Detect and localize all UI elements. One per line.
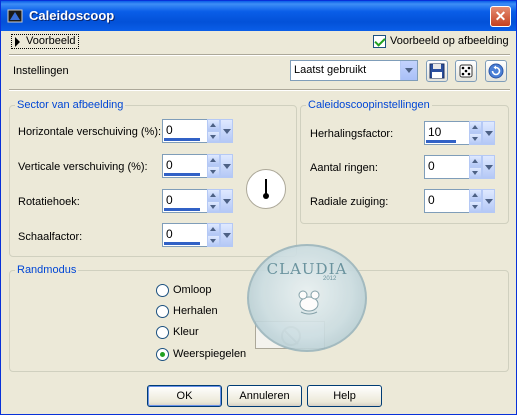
spin-up-icon[interactable] bbox=[207, 223, 220, 235]
radio-wrap[interactable] bbox=[156, 284, 169, 297]
chevron-down-icon[interactable] bbox=[220, 223, 233, 247]
close-button[interactable]: ✕ bbox=[490, 6, 511, 27]
spin-down-icon[interactable] bbox=[207, 201, 220, 213]
spin-up-icon[interactable] bbox=[207, 119, 220, 131]
spin-up-icon[interactable] bbox=[469, 155, 482, 167]
settings-label: Instellingen bbox=[13, 65, 69, 77]
floppy-disk-icon bbox=[429, 63, 445, 79]
title-bar[interactable]: Caleidoscoop ✕ bbox=[1, 1, 516, 31]
chevron-down-icon[interactable] bbox=[482, 121, 495, 145]
radio-color[interactable] bbox=[156, 326, 169, 339]
rotation-angle-spinner[interactable]: 0 bbox=[162, 189, 233, 213]
help-button[interactable]: Help bbox=[307, 385, 382, 407]
horizontal-offset-spinner[interactable]: 0 bbox=[162, 119, 233, 143]
radio-repeat-label[interactable]: Herhalen bbox=[173, 305, 218, 317]
separator bbox=[9, 54, 510, 56]
chevron-down-icon[interactable] bbox=[482, 155, 495, 179]
spin-up-icon[interactable] bbox=[469, 189, 482, 201]
repeat-factor-spinner[interactable]: 10 bbox=[424, 121, 495, 145]
cancel-button-label: Annuleren bbox=[239, 390, 290, 402]
ring-count-label: Aantal ringen: bbox=[310, 162, 378, 174]
radial-suction-spinner[interactable]: 0 bbox=[424, 189, 495, 213]
spin-up-icon[interactable] bbox=[207, 154, 220, 166]
preview-on-image-label: Voorbeeld op afbeelding bbox=[390, 35, 509, 47]
ring-count-spinner[interactable]: 0 bbox=[424, 155, 495, 179]
horizontal-offset-label: Horizontale verschuiving (%): bbox=[18, 126, 162, 138]
horizontal-offset-input[interactable]: 0 bbox=[162, 119, 208, 143]
rotation-dial[interactable] bbox=[246, 169, 286, 209]
preset-select-value: Laatst gebruikt bbox=[294, 64, 367, 76]
repeat-factor-input[interactable]: 10 bbox=[424, 121, 470, 145]
edge-mode-group-title: Randmodus bbox=[15, 264, 79, 276]
preview-on-image-checkbox[interactable] bbox=[373, 35, 386, 48]
radial-suction-input[interactable]: 0 bbox=[424, 189, 470, 213]
spin-down-icon[interactable] bbox=[469, 133, 482, 145]
kaleidoscope-group-title: Caleidoscoopinstellingen bbox=[306, 99, 432, 111]
close-icon: ✕ bbox=[494, 8, 507, 24]
reset-button[interactable] bbox=[485, 60, 507, 82]
ok-button-label: OK bbox=[176, 390, 193, 402]
expand-arrow-icon bbox=[15, 37, 20, 47]
vertical-offset-input[interactable]: 0 bbox=[162, 154, 208, 178]
chevron-down-icon[interactable] bbox=[482, 189, 495, 213]
spin-down-icon[interactable] bbox=[207, 166, 220, 178]
app-icon bbox=[7, 9, 23, 23]
ok-button[interactable]: OK bbox=[147, 385, 222, 407]
scale-factor-input[interactable]: 0 bbox=[162, 223, 208, 247]
save-preset-button[interactable] bbox=[426, 60, 448, 82]
radial-suction-label: Radiale zuiging: bbox=[310, 196, 389, 208]
spin-down-icon[interactable] bbox=[469, 201, 482, 213]
scale-factor-spinner[interactable]: 0 bbox=[162, 223, 233, 247]
watermark-year: 2012 bbox=[323, 276, 337, 282]
chevron-down-icon[interactable] bbox=[220, 154, 233, 178]
radio-wrap-label[interactable]: Omloop bbox=[173, 284, 212, 296]
spin-up-icon[interactable] bbox=[207, 189, 220, 201]
radio-repeat[interactable] bbox=[156, 305, 169, 318]
rotation-angle-label: Rotatiehoek: bbox=[18, 196, 80, 208]
chevron-down-icon[interactable] bbox=[220, 189, 233, 213]
watermark-logo: CLAUDIA 2012 bbox=[247, 244, 367, 352]
cancel-button[interactable]: Annuleren bbox=[227, 385, 302, 407]
separator bbox=[9, 89, 510, 91]
spin-down-icon[interactable] bbox=[207, 235, 220, 247]
radio-color-label[interactable]: Kleur bbox=[173, 326, 199, 338]
randomize-button[interactable] bbox=[455, 60, 477, 82]
sector-group-title: Sector van afbeelding bbox=[15, 99, 126, 111]
chevron-down-icon[interactable] bbox=[220, 119, 233, 143]
radio-mirror-label[interactable]: Weerspiegelen bbox=[173, 348, 246, 360]
rotation-angle-input[interactable]: 0 bbox=[162, 189, 208, 213]
watermark-text: CLAUDIA bbox=[266, 260, 348, 278]
window-title: Caleidoscoop bbox=[29, 8, 115, 23]
dice-icon bbox=[459, 64, 473, 78]
spin-down-icon[interactable] bbox=[207, 131, 220, 143]
vertical-offset-label: Verticale verschuiving (%): bbox=[18, 161, 148, 173]
preset-select[interactable]: Laatst gebruikt bbox=[290, 60, 418, 81]
scale-factor-label: Schaalfactor: bbox=[18, 231, 83, 243]
ring-count-input[interactable]: 0 bbox=[424, 155, 470, 179]
spin-up-icon[interactable] bbox=[469, 121, 482, 133]
preview-toggle[interactable]: Voorbeeld bbox=[11, 34, 79, 49]
radio-mirror[interactable] bbox=[156, 348, 169, 361]
chevron-down-icon bbox=[400, 61, 417, 80]
spin-down-icon[interactable] bbox=[469, 167, 482, 179]
vertical-offset-spinner[interactable]: 0 bbox=[162, 154, 233, 178]
help-button-label: Help bbox=[333, 390, 356, 402]
dialog-window: Caleidoscoop ✕ Voorbeeld Voorbeeld op af… bbox=[0, 0, 517, 415]
preview-toggle-label: Voorbeeld bbox=[26, 35, 76, 47]
mouse-figure-icon bbox=[298, 290, 320, 315]
repeat-factor-label: Herhalingsfactor: bbox=[310, 128, 394, 140]
reset-icon bbox=[488, 63, 504, 79]
